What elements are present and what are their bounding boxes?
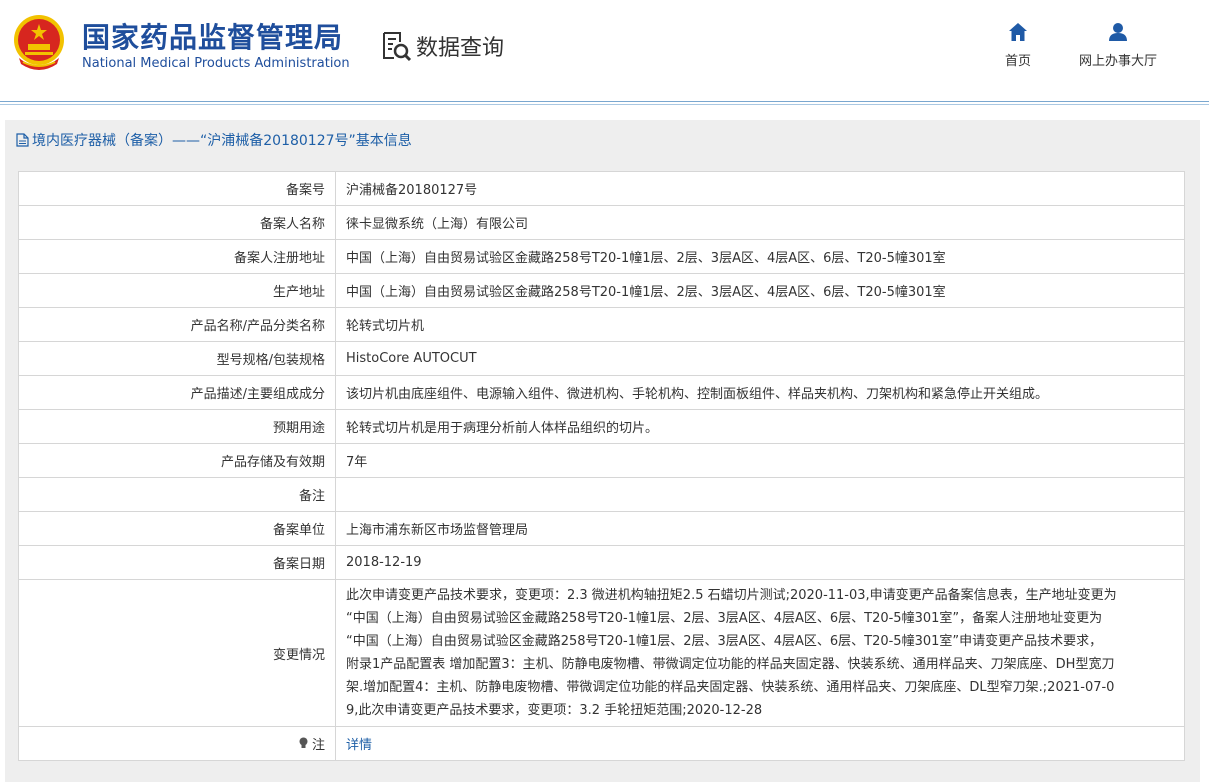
row-label: 产品描述/主要组成成分 [18, 375, 336, 410]
header-divider [0, 101, 1209, 102]
table-row: 备案日期 2018-12-19 [18, 545, 1185, 580]
table-row: 备注 [18, 477, 1185, 512]
row-label: 备注 [18, 477, 336, 512]
row-value: 2018-12-19 [335, 545, 1185, 580]
row-value [335, 477, 1185, 512]
change-line: 9,此次申请变更产品技术要求，变更项：3.2 手轮扭矩范围;2020-12-28 [346, 703, 763, 718]
note-label-cell: 注 [18, 726, 336, 761]
row-label: 产品存储及有效期 [18, 443, 336, 478]
document-search-icon [383, 32, 412, 62]
table-row: 预期用途 轮转式切片机是用于病理分析前人体样品组织的切片。 [18, 409, 1185, 444]
change-line: 附录1产品配置表 增加配置3：主机、防静电废物槽、带微调定位功能的样品夹固定器、… [346, 657, 1115, 672]
row-label: 生产地址 [18, 273, 336, 308]
data-query-label: 数据查询 [416, 36, 505, 61]
row-label: 备案单位 [18, 511, 336, 546]
row-value: 徕卡显微系统（上海）有限公司 [335, 205, 1185, 240]
nav-home-label: 首页 [1004, 54, 1031, 69]
info-table: 备案号 沪浦械备20180127号 备案人名称 徕卡显微系统（上海）有限公司 备案人… [18, 171, 1185, 761]
note-value-cell: 详情 [335, 726, 1185, 761]
table-row: 生产地址 中国（上海）自由贸易试验区金藏路258号T20-1幢1层、2层、3层A区… [18, 273, 1185, 308]
change-line: 此次申请变更产品技术要求，变更项：2.3 微进机构轴扭矩2.5 石蜡切片测试;2… [346, 588, 1117, 603]
change-line: “中国（上海）自由贸易试验区金藏路258号T20-1幢1层、2层、3层A区、4层… [346, 611, 1103, 626]
row-value: 轮转式切片机是用于病理分析前人体样品组织的切片。 [335, 409, 1185, 444]
record-detail-panel: 境内医疗器械（备案）——“沪浦械备20180127号”基本信息 备案号 沪浦械备2… [5, 120, 1200, 782]
change-line: “中国（上海）自由贸易试验区金藏路258号T20-1幢1层、2层、3层A区、4层… [346, 634, 1103, 649]
panel-title: 境内医疗器械（备案）——“沪浦械备20180127号”基本信息 [16, 130, 412, 150]
lightbulb-icon [299, 737, 312, 753]
change-history-row: 变更情况 此次申请变更产品技术要求，变更项：2.3 微进机构轴扭矩2.5 石蜡切… [18, 579, 1185, 727]
row-label: 预期用途 [18, 409, 336, 444]
header-divider-secondary [0, 104, 1209, 105]
row-value: 上海市浦东新区市场监督管理局 [335, 511, 1185, 546]
table-row: 产品名称/产品分类名称 轮转式切片机 [18, 307, 1185, 342]
table-row: 备案人注册地址 中国（上海）自由贸易试验区金藏路258号T20-1幢1层、2层、3… [18, 239, 1185, 274]
change-line: 架.增加配置4：主机、防静电废物槽、带微调定位功能的样品夹固定器、快装系统、通用… [346, 680, 1115, 695]
agency-title-cn[interactable]: 国家药品监督管理局 [82, 16, 343, 56]
nav-home[interactable]: 首页 [995, 22, 1041, 69]
table-row: 备案单位 上海市浦东新区市场监督管理局 [18, 511, 1185, 546]
table-row: 产品描述/主要组成成分 该切片机由底座组件、电源输入组件、微进机构、手轮机构、控制… [18, 375, 1185, 410]
row-label: 备案人名称 [18, 205, 336, 240]
nav-online-hall[interactable]: 网上办事大厅 [1070, 22, 1166, 69]
table-row: 备案人名称 徕卡显微系统（上海）有限公司 [18, 205, 1185, 240]
document-icon [16, 133, 29, 147]
row-label: 型号规格/包装规格 [18, 341, 336, 376]
row-value: HistoCore AUTOCUT [335, 341, 1185, 376]
note-row: 注 详情 [18, 726, 1185, 761]
national-emblem-icon [14, 15, 64, 70]
row-value: 轮转式切片机 [335, 307, 1185, 342]
row-label: 备案日期 [18, 545, 336, 580]
row-value: 该切片机由底座组件、电源输入组件、微进机构、手轮机构、控制面板组件、样品夹机构、… [335, 375, 1185, 410]
row-label: 产品名称/产品分类名称 [18, 307, 336, 342]
table-row: 备案号 沪浦械备20180127号 [18, 171, 1185, 206]
row-value: 中国（上海）自由贸易试验区金藏路258号T20-1幢1层、2层、3层A区、4层A… [335, 239, 1185, 274]
nav-online-hall-label: 网上办事大厅 [1078, 54, 1157, 69]
change-history-label: 变更情况 [18, 579, 336, 727]
row-value: 沪浦械备20180127号 [335, 171, 1185, 206]
agency-title-en[interactable]: National Medical Products Administration [82, 56, 350, 71]
panel-title-text: 境内医疗器械（备案）——“沪浦械备20180127号”基本信息 [32, 133, 412, 149]
row-value: 中国（上海）自由贸易试验区金藏路258号T20-1幢1层、2层、3层A区、4层A… [335, 273, 1185, 308]
table-row: 型号规格/包装规格 HistoCore AUTOCUT [18, 341, 1185, 376]
note-label: 注 [311, 738, 325, 753]
change-history-value: 此次申请变更产品技术要求，变更项：2.3 微进机构轴扭矩2.5 石蜡切片测试;2… [335, 579, 1185, 727]
details-link[interactable]: 详情 [346, 738, 372, 753]
row-value: 7年 [335, 443, 1185, 478]
home-icon [1009, 23, 1027, 41]
data-query-title[interactable]: 数据查询 [380, 30, 504, 62]
row-label: 备案号 [18, 171, 336, 206]
site-header: 国家药品监督管理局 National Medical Products Admi… [0, 0, 1209, 100]
row-label: 备案人注册地址 [18, 239, 336, 274]
user-icon [1109, 23, 1127, 41]
table-row: 产品存储及有效期 7年 [18, 443, 1185, 478]
